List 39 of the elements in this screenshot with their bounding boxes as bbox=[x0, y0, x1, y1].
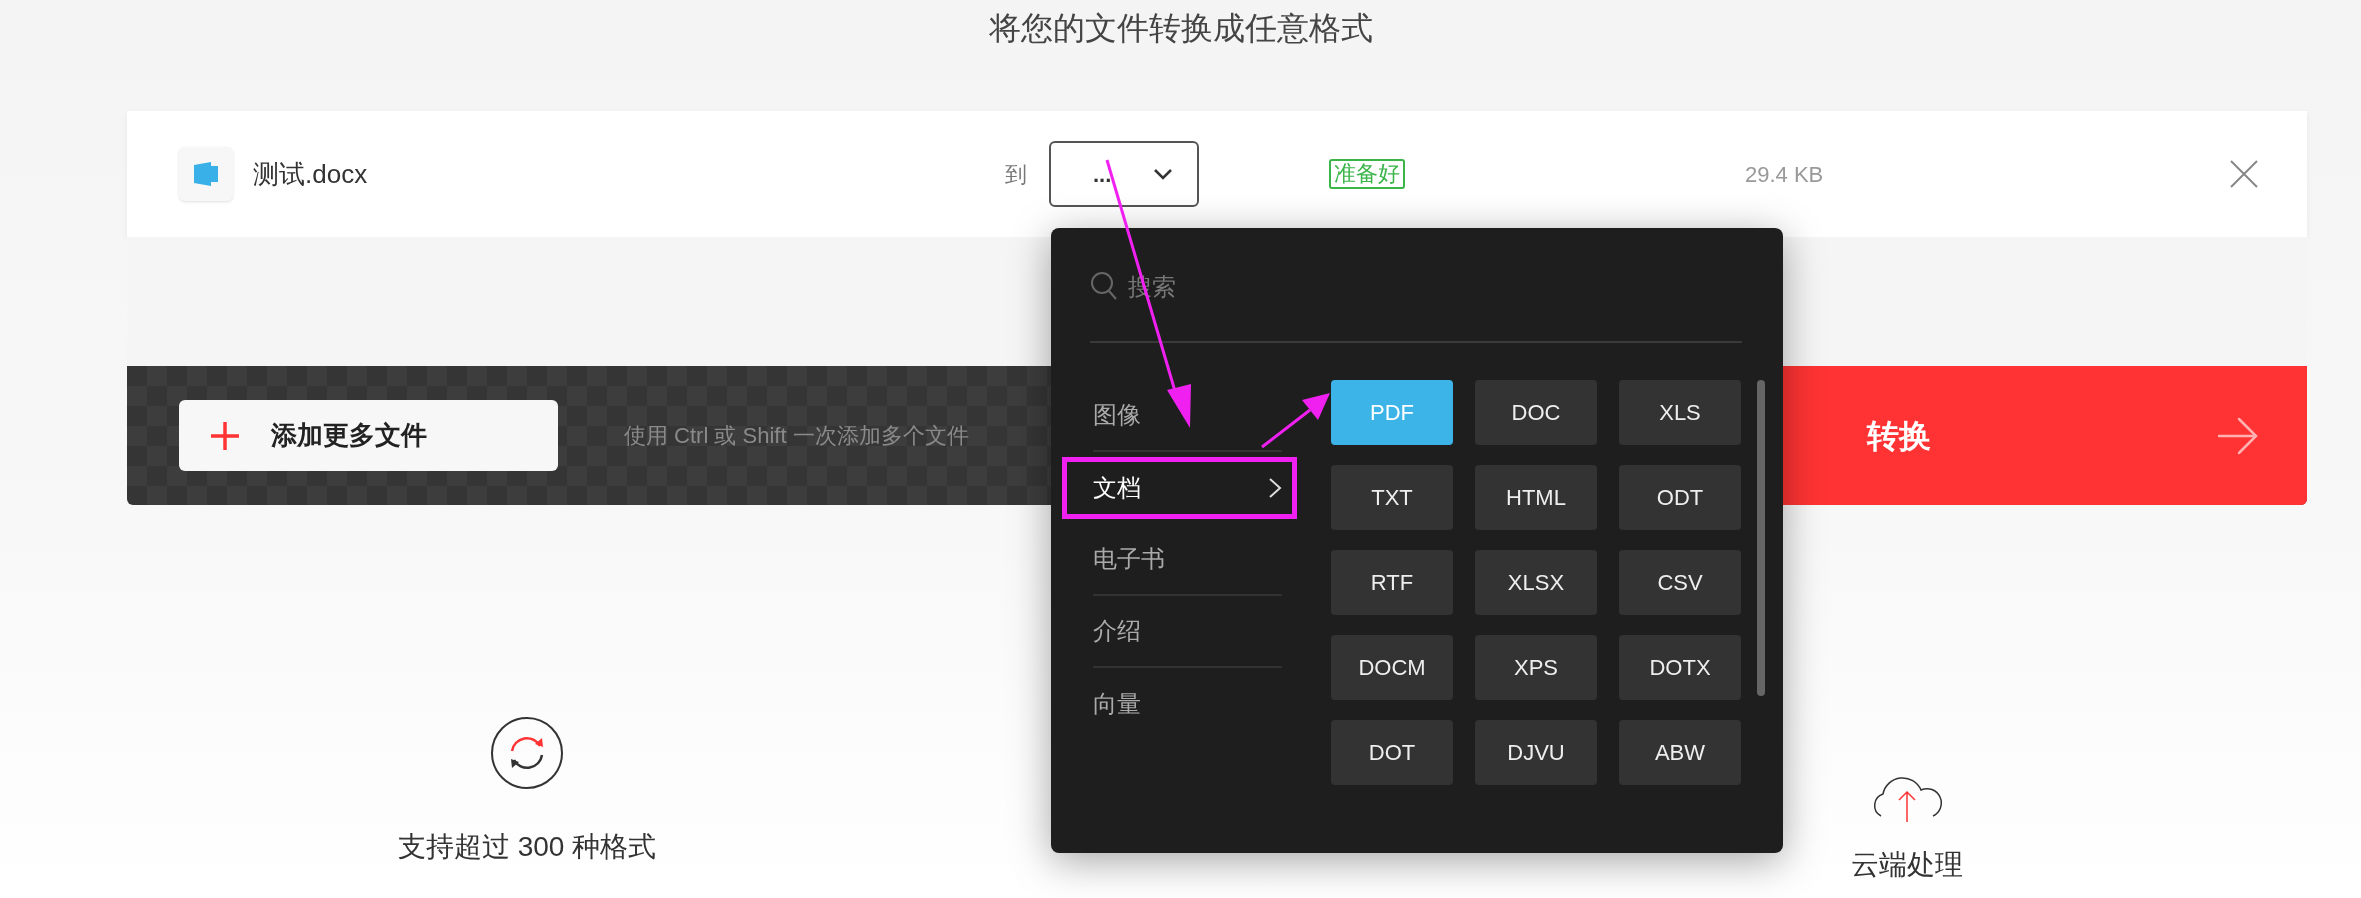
format-option[interactable]: ABW bbox=[1619, 720, 1741, 785]
convert-button[interactable]: 转换 bbox=[1780, 366, 2307, 505]
annotation-arrow bbox=[1260, 390, 1332, 450]
format-option[interactable]: CSV bbox=[1619, 550, 1741, 615]
to-label: 到 bbox=[1005, 160, 1027, 189]
format-option[interactable]: DOC bbox=[1475, 380, 1597, 445]
format-option[interactable]: ODT bbox=[1619, 465, 1741, 530]
status-tag: 准备好 bbox=[1329, 159, 1405, 189]
close-icon[interactable] bbox=[2229, 159, 2259, 189]
category-item[interactable]: 电子书 bbox=[1057, 524, 1302, 596]
file-name: 测试.docx bbox=[253, 157, 369, 191]
feature-label: 支持超过 300 种格式 bbox=[397, 830, 657, 864]
word-file-icon bbox=[179, 147, 233, 201]
format-option[interactable]: DOCM bbox=[1331, 635, 1453, 700]
format-option[interactable]: DOT bbox=[1331, 720, 1453, 785]
add-files-button[interactable]: 添加更多文件 bbox=[179, 400, 558, 471]
scrollbar[interactable] bbox=[1757, 380, 1765, 696]
chevron-right-icon bbox=[1268, 477, 1282, 499]
feature-label: 云端处理 bbox=[1851, 848, 1963, 882]
format-option[interactable]: RTF bbox=[1331, 550, 1453, 615]
category-item[interactable]: 向量 bbox=[1057, 668, 1302, 740]
plus-icon bbox=[211, 421, 239, 450]
format-option[interactable]: XLS bbox=[1619, 380, 1741, 445]
file-size: 29.4 KB bbox=[1745, 160, 1824, 189]
format-dropdown[interactable]: ... bbox=[1049, 141, 1199, 207]
format-option[interactable]: DJVU bbox=[1475, 720, 1597, 785]
category-item[interactable]: 文档 bbox=[1057, 452, 1302, 524]
format-option[interactable]: HTML bbox=[1475, 465, 1597, 530]
category-item[interactable]: 介绍 bbox=[1057, 596, 1302, 668]
chevron-down-icon bbox=[1153, 168, 1173, 180]
format-option[interactable]: DOTX bbox=[1619, 635, 1741, 700]
arrow-right-icon bbox=[2217, 415, 2259, 456]
page-title: 将您的文件转换成任意格式 bbox=[988, 9, 1373, 48]
hint-text: 使用 Ctrl 或 Shift 一次添加多个文件 bbox=[624, 422, 969, 450]
format-option[interactable]: TXT bbox=[1331, 465, 1453, 530]
search-icon bbox=[1090, 271, 1118, 301]
format-option[interactable]: XLSX bbox=[1475, 550, 1597, 615]
refresh-icon bbox=[490, 716, 564, 790]
format-option[interactable]: XPS bbox=[1475, 635, 1597, 700]
